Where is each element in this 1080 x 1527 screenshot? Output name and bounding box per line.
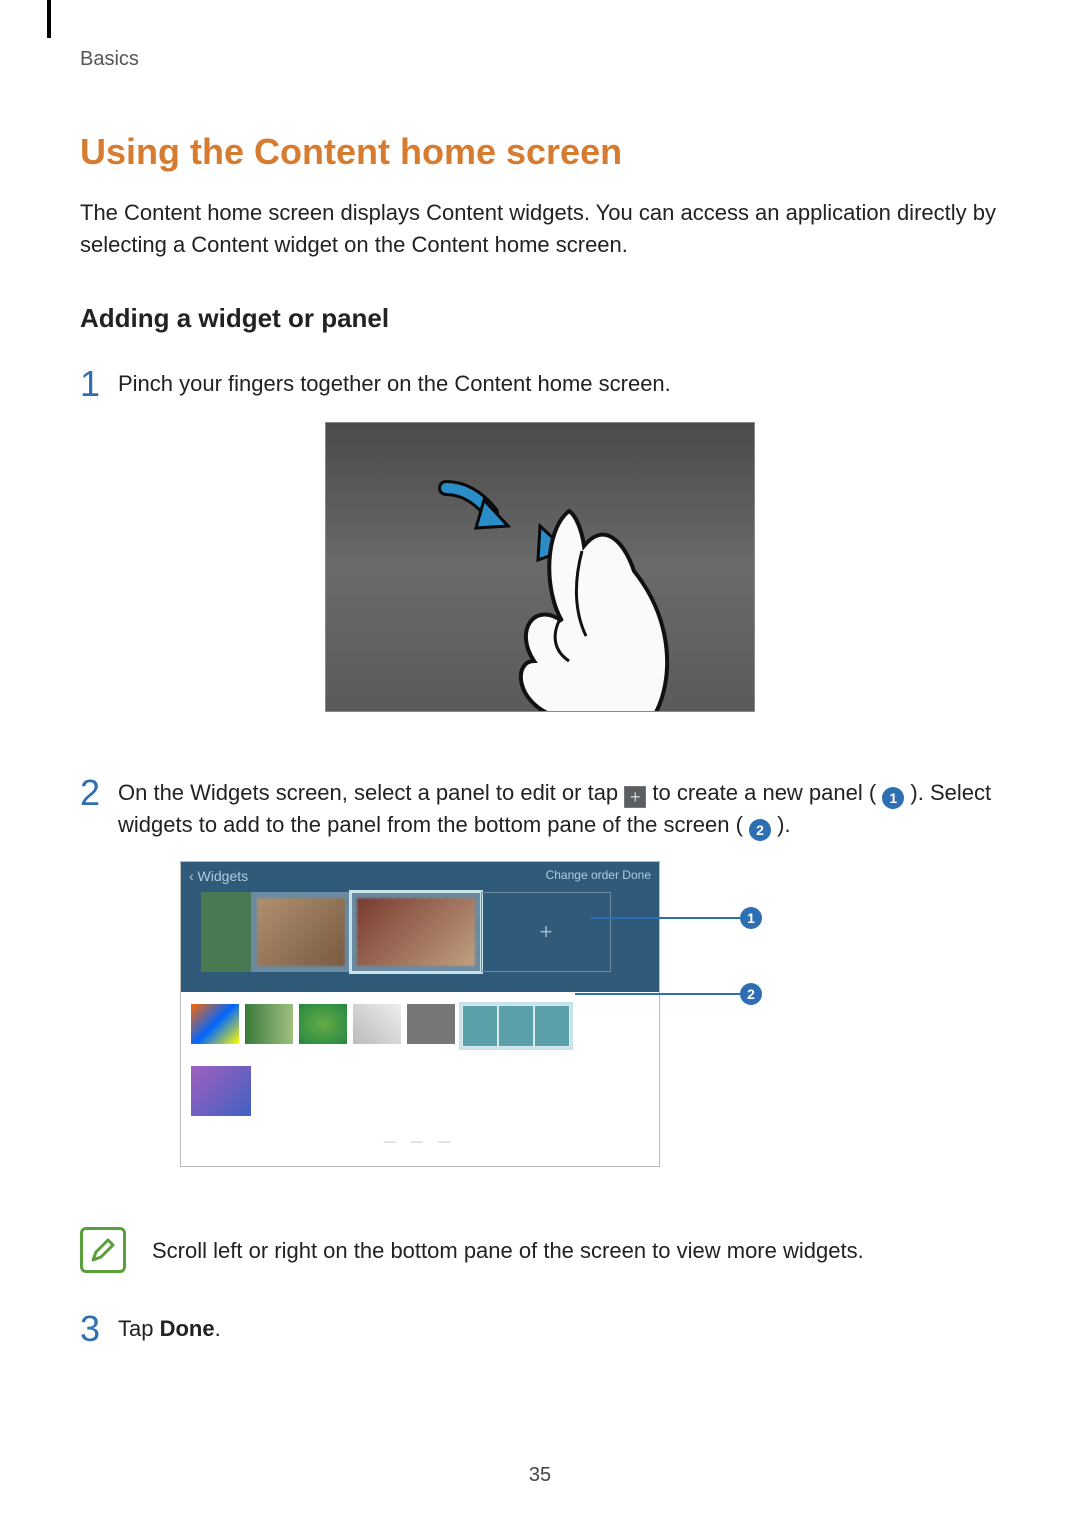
widgets-bottom-pane: — — — xyxy=(181,992,659,1166)
text-fragment: ). xyxy=(771,812,791,837)
header-rule xyxy=(47,0,51,38)
panel-strip: + xyxy=(201,892,639,972)
manual-page: Basics Using the Content home screen The… xyxy=(0,0,1080,1527)
panel-thumb-selected xyxy=(351,892,481,972)
callout-line xyxy=(575,993,740,995)
widget-row xyxy=(191,1066,649,1116)
step-2: 2 On the Widgets screen, select a panel … xyxy=(80,777,1000,841)
section-heading: Using the Content home screen xyxy=(80,131,1000,173)
widgets-top-bar: ‹ Widgets Change order Done + xyxy=(181,862,659,992)
breadcrumb: Basics xyxy=(80,48,1000,71)
widget-thumb xyxy=(245,1004,293,1044)
text-fragment: . xyxy=(215,1316,221,1341)
back-label: ‹ Widgets xyxy=(189,868,248,884)
widget-row xyxy=(191,1004,649,1048)
sub-heading: Adding a widget or panel xyxy=(80,303,1000,334)
callout-badge-2: 2 xyxy=(749,819,771,841)
step-text: Tap Done. xyxy=(118,1313,1000,1345)
step-number: 3 xyxy=(80,1311,118,1347)
text-fragment: Tap xyxy=(118,1316,160,1341)
add-panel-button: + xyxy=(481,892,611,972)
page-dots: — — — xyxy=(191,1134,649,1148)
page-number: 35 xyxy=(0,1464,1080,1487)
step-number: 1 xyxy=(80,366,118,402)
widget-thumb xyxy=(407,1004,455,1044)
callout-badge-1: 1 xyxy=(882,787,904,809)
done-label: Done xyxy=(160,1316,215,1341)
hand-pinch-icon xyxy=(474,501,674,712)
figure-pinch xyxy=(80,422,1000,717)
panel-thumb xyxy=(251,892,351,972)
callout-overlay: 1 2 xyxy=(660,861,900,1131)
note-block: Scroll left or right on the bottom pane … xyxy=(80,1227,1000,1273)
callout-badge-2: 2 xyxy=(740,983,762,1005)
widgets-screenshot: ‹ Widgets Change order Done + xyxy=(180,861,660,1167)
callout-badge-1: 1 xyxy=(740,907,762,929)
intro-paragraph: The Content home screen displays Content… xyxy=(80,197,1000,261)
widget-thumb xyxy=(299,1004,347,1044)
note-icon xyxy=(80,1227,126,1273)
step-text: On the Widgets screen, select a panel to… xyxy=(118,777,1000,841)
note-text: Scroll left or right on the bottom pane … xyxy=(152,1227,864,1267)
pencil-note-icon xyxy=(88,1235,118,1265)
callout-line xyxy=(590,917,740,919)
text-fragment: to create a new panel ( xyxy=(646,780,882,805)
panel-thumb xyxy=(201,892,251,972)
text-fragment: On the Widgets screen, select a panel to… xyxy=(118,780,624,805)
widget-thumb xyxy=(353,1004,401,1044)
figure-widgets: ‹ Widgets Change order Done + xyxy=(80,861,1000,1167)
step-3: 3 Tap Done. xyxy=(80,1313,1000,1347)
widget-thumb-selected xyxy=(461,1004,571,1048)
step-1: 1 Pinch your fingers together on the Con… xyxy=(80,368,1000,402)
widget-thumb xyxy=(191,1066,251,1116)
pinch-illustration xyxy=(325,422,755,712)
step-text: Pinch your fingers together on the Conte… xyxy=(118,368,1000,400)
plus-icon: + xyxy=(624,786,646,808)
widget-thumb xyxy=(191,1004,239,1044)
header-actions: Change order Done xyxy=(546,868,651,882)
step-number: 2 xyxy=(80,775,118,811)
